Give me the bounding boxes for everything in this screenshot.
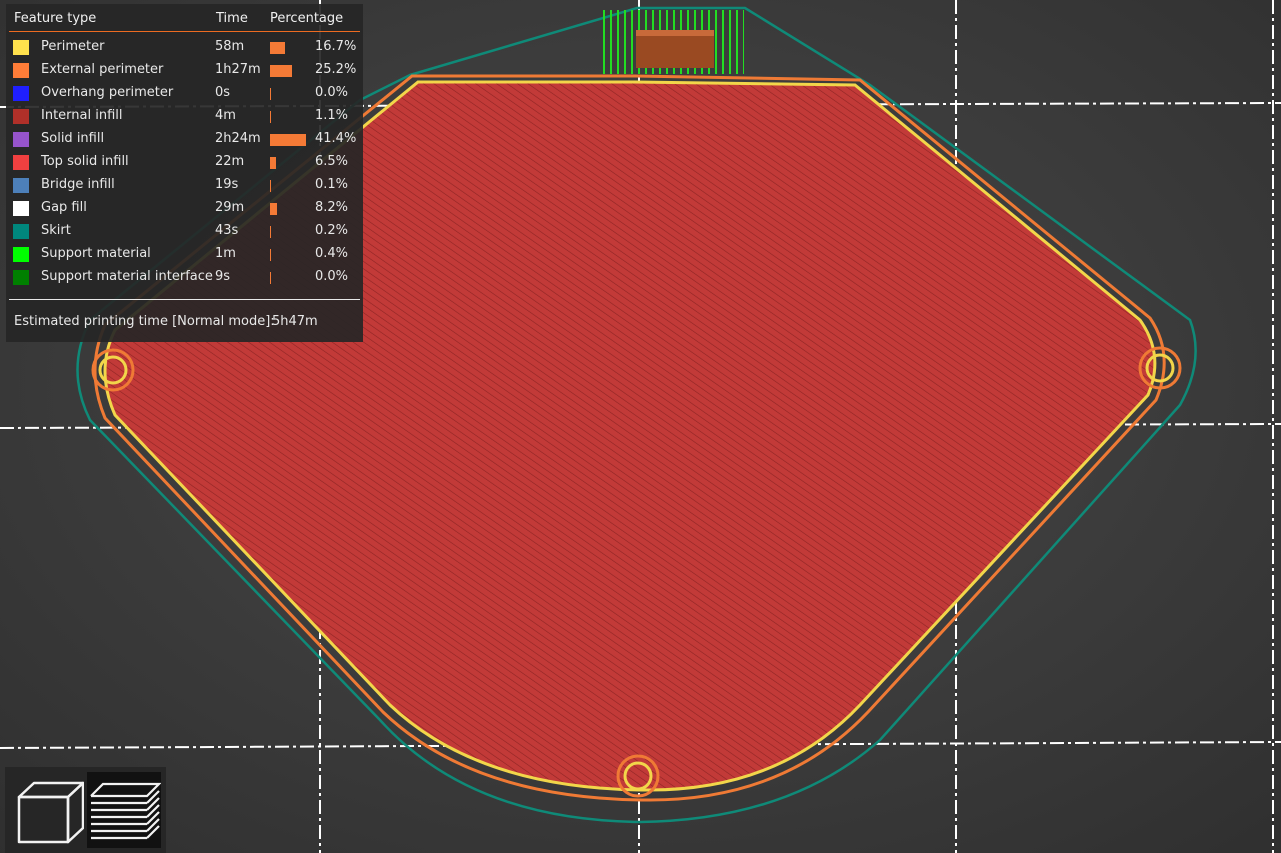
percentage-bar [270,111,271,123]
color-swatch [13,132,29,147]
percentage-bar [270,203,277,215]
layers-view-button[interactable] [87,772,162,848]
cube-icon [17,781,85,844]
header-percentage: Percentage [270,11,344,26]
color-swatch [13,270,29,285]
legend-row-perimeter: Perimeter 58m 16.7% [6,38,363,61]
legend-row-support-material-interface: Support material interface 9s 0.0% [6,268,363,291]
feature-percentage: 16.7% [315,39,357,54]
header-divider [9,31,360,32]
percentage-bar [270,272,271,284]
legend-row-top-solid-infill: Top solid infill 22m 6.5% [6,153,363,176]
feature-label: External perimeter [41,62,164,77]
feature-label: Support material interface [41,269,213,284]
header-feature-type: Feature type [14,11,97,26]
feature-time: 29m [215,200,245,215]
color-swatch [13,247,29,262]
feature-time: 19s [215,177,239,192]
feature-percentage: 41.4% [315,131,357,146]
legend-row-external-perimeter: External perimeter 1h27m 25.2% [6,61,363,84]
color-swatch [13,63,29,78]
color-swatch [13,86,29,101]
feature-label: Skirt [41,223,71,238]
legend-row-internal-infill: Internal infill 4m 1.1% [6,107,363,130]
view-toggle-toolbar [5,767,166,853]
feature-label: Gap fill [41,200,87,215]
feature-time: 9s [215,269,231,284]
percentage-bar [270,88,271,100]
color-swatch [13,109,29,124]
feature-time: 2h24m [215,131,261,146]
feature-label: Perimeter [41,39,105,54]
feature-label: Overhang perimeter [41,85,174,100]
percentage-bar [270,65,292,77]
feature-time: 0s [215,85,231,100]
estimated-time-label: Estimated printing time [Normal mode]: [14,314,275,329]
feature-label: Support material [41,246,151,261]
legend-row-bridge-infill: Bridge infill 19s 0.1% [6,176,363,199]
legend-row-overhang-perimeter: Overhang perimeter 0s 0.0% [6,84,363,107]
feature-percentage: 0.1% [315,177,349,192]
layers-icon [90,782,162,840]
percentage-bar [270,249,271,261]
feature-percentage: 1.1% [315,108,349,123]
color-swatch [13,155,29,170]
color-swatch [13,201,29,216]
header-time: Time [216,11,248,26]
3d-view-button[interactable] [10,772,85,848]
feature-percentage: 8.2% [315,200,349,215]
feature-time: 4m [215,108,236,123]
feature-percentage: 0.4% [315,246,349,261]
feature-label: Bridge infill [41,177,115,192]
feature-time: 43s [215,223,239,238]
legend-row-support-material: Support material 1m 0.4% [6,245,363,268]
legend-row-gap-fill: Gap fill 29m 8.2% [6,199,363,222]
feature-label: Internal infill [41,108,123,123]
legend-divider [9,299,360,300]
feature-label: Top solid infill [41,154,129,169]
support-material [602,10,744,74]
color-swatch [13,178,29,193]
percentage-bar [270,226,271,238]
estimated-time-value: 5h47m [272,314,318,329]
feature-percentage: 6.5% [315,154,349,169]
feature-time: 22m [215,154,245,169]
feature-time: 1h27m [215,62,261,77]
feature-percentage: 25.2% [315,62,357,77]
percentage-bar [270,157,276,169]
feature-percentage: 0.0% [315,85,349,100]
color-swatch [13,224,29,239]
feature-label: Solid infill [41,131,105,146]
legend-row-solid-infill: Solid infill 2h24m 41.4% [6,130,363,153]
percentage-bar [270,42,285,54]
feature-time: 1m [215,246,236,261]
percentage-bar [270,180,271,192]
legend-panel: Feature type Time Percentage Perimeter 5… [6,4,363,342]
color-swatch [13,40,29,55]
feature-percentage: 0.2% [315,223,349,238]
legend-row-skirt: Skirt 43s 0.2% [6,222,363,245]
feature-percentage: 0.0% [315,269,349,284]
percentage-bar [270,134,306,146]
feature-time: 58m [215,39,245,54]
